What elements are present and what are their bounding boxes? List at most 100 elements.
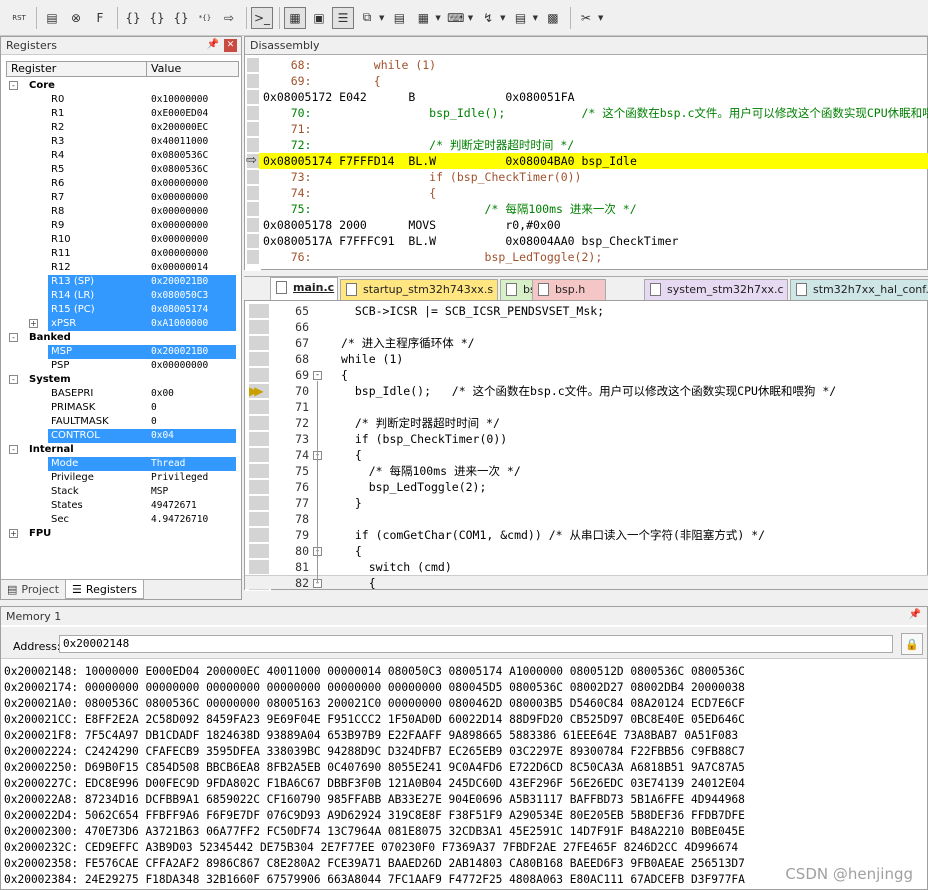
chevron-down-icon[interactable]: ▼ (379, 14, 384, 22)
source-line[interactable]: 73: if (bsp_CheckTimer(0)) (263, 169, 582, 185)
editor-gutter[interactable]: ▶▶ (245, 301, 271, 591)
register-row[interactable]: R13 (SP)0x200021B0 (6, 275, 239, 289)
command-window-button[interactable]: >_ (251, 7, 273, 29)
register-row[interactable]: CONTROL0x04 (6, 429, 239, 443)
register-row[interactable]: Sec4.94726710 (6, 513, 239, 527)
register-row[interactable]: R70x00000000 (6, 191, 239, 205)
code-line[interactable]: { (341, 367, 348, 383)
memory-row[interactable]: 0x20002224: C2424290 CFAFECB9 3595DFEA 3… (4, 744, 926, 760)
code-line[interactable]: /* 进入主程序循环体 */ (341, 335, 475, 351)
register-group[interactable]: -Banked (6, 331, 239, 345)
register-row[interactable]: +xPSR0xA1000000 (6, 317, 239, 331)
code-line[interactable]: bsp_Idle(); /* 这个函数在bsp.c文件。用户可以修改这个函数实现… (341, 383, 836, 399)
code-line[interactable]: /* 每隔100ms 进来一次 */ (341, 463, 521, 479)
collapse-icon[interactable]: - (9, 375, 18, 384)
close-icon[interactable]: ✕ (224, 39, 237, 52)
fold-collapse-icon[interactable]: - (313, 371, 322, 380)
tab-registers[interactable]: ☰Registers (65, 580, 144, 599)
analysis-window-button[interactable]: ↯ (477, 7, 499, 29)
memory-row[interactable]: 0x200021F8: 7F5C4A97 DB1CDADF 1824638D 9… (4, 728, 926, 744)
pin-icon[interactable]: 📌 (909, 609, 921, 620)
register-row[interactable]: BASEPRI0x00 (6, 387, 239, 401)
register-row[interactable]: MSP0x200021B0 (6, 345, 239, 359)
tab-stm32h7xx-hal-conf-h[interactable]: stm32h7xx_hal_conf.h (790, 279, 928, 300)
code-line[interactable]: { (341, 447, 362, 463)
expand-icon[interactable]: + (29, 319, 38, 328)
register-row[interactable]: R40x0800536C (6, 149, 239, 163)
register-row[interactable]: R00x10000000 (6, 93, 239, 107)
register-row[interactable]: States49472671 (6, 499, 239, 513)
collapse-icon[interactable]: - (9, 445, 18, 454)
memory-row[interactable]: 0x20002148: 10000000 E000ED04 200000EC 4… (4, 664, 926, 680)
asm-line[interactable]: 0x08005178 2000 MOVS r0,#0x00 (263, 217, 561, 233)
memory-row[interactable]: 0x20002250: D69B0F15 C854D508 BBCB6EA8 8… (4, 760, 926, 776)
register-row[interactable]: PSP0x00000000 (6, 359, 239, 373)
register-row[interactable]: R30x40011000 (6, 135, 239, 149)
memory-dump[interactable]: 0x20002148: 10000000 E000ED04 200000EC 4… (4, 664, 926, 888)
memory-row[interactable]: 0x20002174: 00000000 00000000 00000000 0… (4, 680, 926, 696)
memory-row[interactable]: 0x200022A8: 87234D16 DCFBB9A1 6859022C C… (4, 792, 926, 808)
chevron-down-icon[interactable]: ▼ (598, 14, 603, 22)
step-out-button[interactable]: {} (170, 7, 192, 29)
register-row[interactable]: PrivilegePrivileged (6, 471, 239, 485)
memory-row[interactable]: 0x200022D4: 5062C654 FFBFF9A6 F6F9E7DF 0… (4, 808, 926, 824)
memory-row[interactable]: 0x20002300: 470E73D6 A3721B63 06A77FF2 F… (4, 824, 926, 840)
symbols-window-button[interactable]: ▣ (308, 7, 330, 29)
register-row[interactable]: R120x00000014 (6, 261, 239, 275)
call-stack-button[interactable]: ⧉ (356, 7, 378, 29)
source-line[interactable]: 76: bsp_LedToggle(2); (263, 249, 602, 265)
register-group[interactable]: -Core (6, 79, 239, 93)
register-row[interactable]: R50x0800536C (6, 163, 239, 177)
register-row[interactable]: R60x00000000 (6, 177, 239, 191)
disassembly-view[interactable]: ⇨ 68: while (1) 69: {0x08005172 E042 B 0… (245, 57, 928, 271)
chevron-down-icon[interactable]: ▼ (500, 14, 505, 22)
system-viewer-button[interactable]: ▩ (542, 7, 564, 29)
source-line[interactable]: 68: while (1) (263, 57, 436, 73)
chevron-down-icon[interactable]: ▼ (533, 14, 538, 22)
run-button[interactable]: ▤ (41, 7, 63, 29)
code-line[interactable]: } (341, 495, 362, 511)
code-line[interactable]: if (comGetChar(COM1, &cmd)) /* 从串口读入一个字符… (341, 527, 765, 543)
expand-icon[interactable]: + (9, 529, 18, 538)
source-line[interactable]: 71: (263, 121, 311, 137)
address-input[interactable]: 0x20002148 (59, 635, 893, 653)
source-line[interactable]: 69: { (263, 73, 381, 89)
register-column-header[interactable]: Register (7, 62, 147, 76)
code-line[interactable]: { (341, 543, 362, 559)
watch-window-button[interactable]: ▤ (388, 7, 410, 29)
register-row[interactable]: R90x00000000 (6, 219, 239, 233)
register-group[interactable]: +FPU (6, 527, 239, 541)
register-row[interactable]: PRIMASK0 (6, 401, 239, 415)
register-row[interactable]: StackMSP (6, 485, 239, 499)
register-group[interactable]: -System (6, 373, 239, 387)
tab-system-stm32h7xx-c[interactable]: system_stm32h7xx.c (644, 279, 788, 300)
memory-row[interactable]: 0x200021CC: E8FF2E2A 2C58D092 8459FA23 9… (4, 712, 926, 728)
chevron-down-icon[interactable]: ▼ (435, 14, 440, 22)
lock-icon[interactable]: 🔒 (901, 633, 923, 655)
code-line[interactable]: switch (cmd) (341, 559, 452, 575)
registers-window-button[interactable]: ☰ (332, 7, 354, 29)
memory-row[interactable]: 0x2000232C: CED9EFFC A3B9D03 52345442 DE… (4, 840, 926, 856)
step-button[interactable]: F (89, 7, 111, 29)
tab-project[interactable]: ▤Project (1, 580, 65, 599)
collapse-icon[interactable]: - (9, 333, 18, 342)
code-line[interactable]: SCB->ICSR |= SCB_ICSR_PENDSVSET_Msk; (341, 303, 604, 319)
asm-line[interactable]: 0x08005174 F7FFFD14 BL.W 0x08004BA0 bsp_… (259, 153, 928, 169)
show-next-statement-button[interactable]: ⇨ (218, 7, 240, 29)
code-line[interactable]: while (1) (341, 351, 403, 367)
code-line[interactable]: /* 判断定时器超时时间 */ (341, 415, 500, 431)
register-row[interactable]: R15 (PC)0x08005174 (6, 303, 239, 317)
collapse-icon[interactable]: - (9, 81, 18, 90)
memory-window-button[interactable]: ▦ (412, 7, 434, 29)
stop-button[interactable]: ⊗ (65, 7, 87, 29)
trace-window-button[interactable]: ▤ (510, 7, 532, 29)
pin-icon[interactable]: 📌 (207, 39, 219, 50)
register-row[interactable]: R80x00000000 (6, 205, 239, 219)
register-group[interactable]: -Internal (6, 443, 239, 457)
chevron-down-icon[interactable]: ▼ (468, 14, 473, 22)
register-row[interactable]: R20x200000EC (6, 121, 239, 135)
toolbox-button[interactable]: ✂ (575, 7, 597, 29)
value-column-header[interactable]: Value (147, 62, 238, 76)
disassembly-window-button[interactable]: ▦ (284, 7, 306, 29)
asm-line[interactable]: 0x08005172 E042 B 0x080051FA (263, 89, 575, 105)
